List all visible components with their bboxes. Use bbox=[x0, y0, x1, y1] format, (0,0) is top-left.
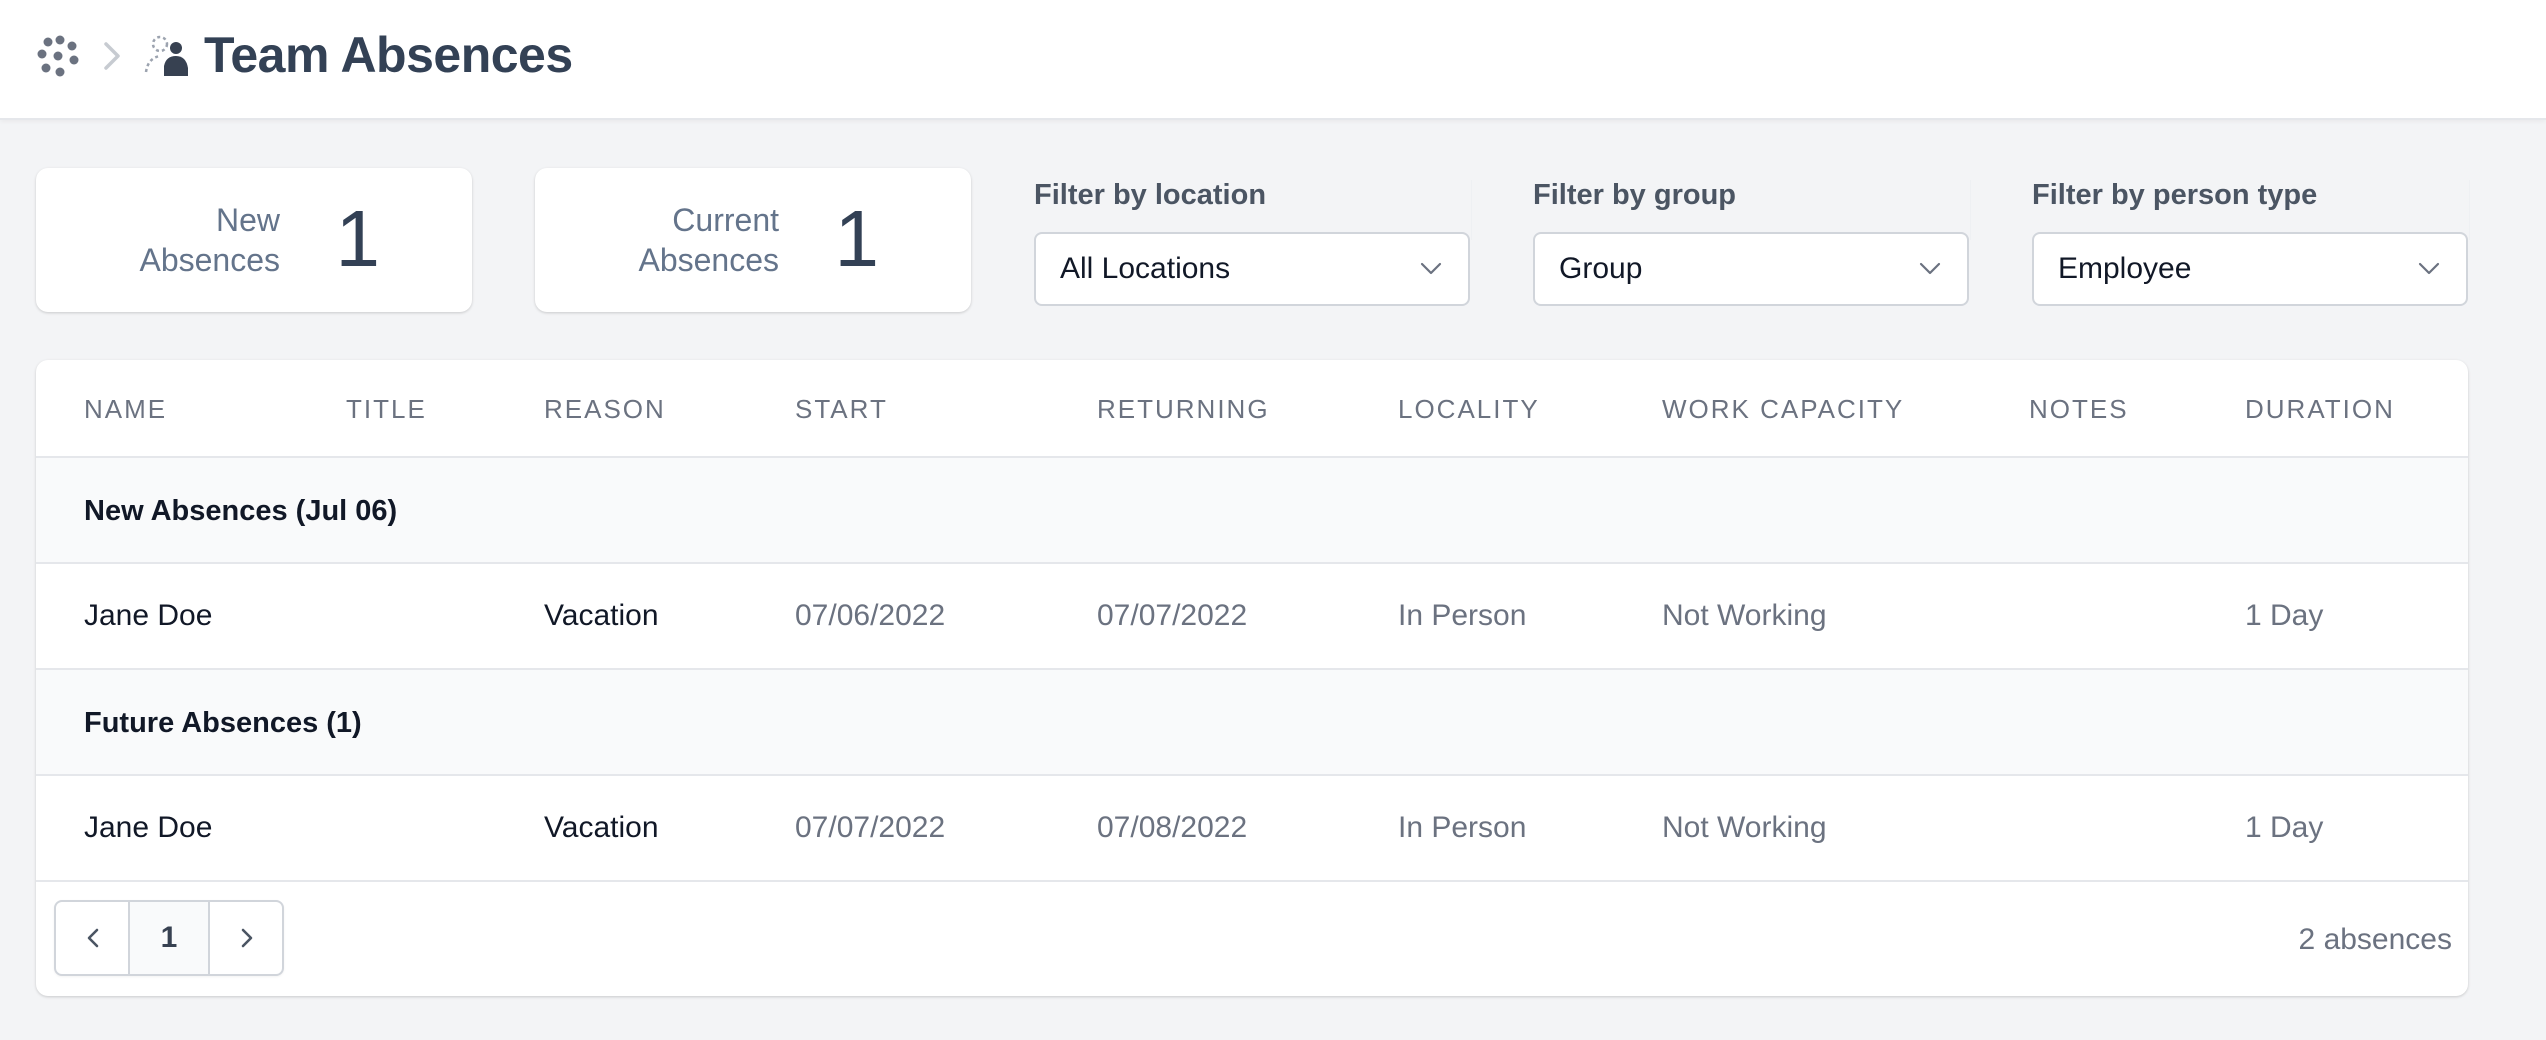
person-type-select[interactable]: Employee bbox=[2032, 232, 2468, 306]
new-absences-label-line1: New bbox=[215, 202, 280, 238]
cell-locality: In Person bbox=[1398, 811, 1527, 844]
cell-start: 07/07/2022 bbox=[795, 811, 946, 844]
chevron-down-icon bbox=[2418, 262, 2440, 275]
chevron-right-icon bbox=[104, 42, 120, 70]
column-header-returning[interactable]: RETURNING bbox=[1097, 392, 1270, 426]
column-header-locality[interactable]: LOCALITY bbox=[1398, 392, 1540, 426]
table-row[interactable]: Jane Doe Vacation 07/07/2022 07/08/2022 … bbox=[36, 776, 2468, 882]
chevron-down-icon bbox=[1919, 262, 1941, 275]
absence-count: 2 absences bbox=[2298, 923, 2452, 956]
group-title: New Absences (Jul 06) bbox=[84, 495, 398, 527]
dots-grid-icon[interactable] bbox=[36, 34, 80, 78]
cell-returning: 07/08/2022 bbox=[1097, 811, 1248, 844]
current-absences-count: 1 bbox=[834, 194, 880, 283]
cell-work-capacity: Not Working bbox=[1662, 599, 1827, 632]
cell-name: Jane Doe bbox=[84, 811, 213, 844]
chevron-down-icon bbox=[1420, 262, 1442, 275]
new-absences-count: 1 bbox=[335, 194, 381, 283]
cell-reason: Vacation bbox=[544, 811, 659, 844]
cell-reason: Vacation bbox=[544, 599, 659, 632]
location-filter: Filter by location All Locations bbox=[1034, 174, 1472, 306]
table-header: NAME TITLE REASON START RETURNING LOCALI… bbox=[36, 360, 2468, 458]
group-filter: Filter by group Group bbox=[1533, 174, 1971, 306]
group-header-future-absences: Future Absences (1) bbox=[36, 670, 2468, 776]
cell-work-capacity: Not Working bbox=[1662, 811, 1827, 844]
new-absences-card: New Absences 1 bbox=[36, 168, 472, 312]
table-row[interactable]: Jane Doe Vacation 07/06/2022 07/07/2022 … bbox=[36, 564, 2468, 670]
person-type-select-value: Employee bbox=[2058, 252, 2192, 285]
current-absences-card: Current Absences 1 bbox=[535, 168, 971, 312]
column-header-name[interactable]: NAME bbox=[84, 392, 167, 426]
chevron-left-icon bbox=[87, 928, 99, 948]
cell-start: 07/06/2022 bbox=[795, 599, 946, 632]
group-header-new-absences: New Absences (Jul 06) bbox=[36, 458, 2468, 564]
new-absences-label: New Absences bbox=[60, 200, 280, 280]
person-type-filter: Filter by person type Employee bbox=[2032, 174, 2470, 306]
location-select[interactable]: All Locations bbox=[1034, 232, 1470, 306]
column-header-title[interactable]: TITLE bbox=[346, 392, 427, 426]
chevron-right-icon bbox=[241, 928, 253, 948]
column-header-duration[interactable]: DURATION bbox=[2245, 392, 2395, 426]
cell-duration: 1 Day bbox=[2245, 811, 2324, 844]
person-type-filter-label: Filter by person type bbox=[2032, 179, 2318, 211]
cell-name: Jane Doe bbox=[84, 599, 213, 632]
column-header-work-capacity[interactable]: WORK CAPACITY bbox=[1662, 392, 1904, 426]
column-header-reason[interactable]: REASON bbox=[544, 392, 666, 426]
current-absences-label-line1: Current bbox=[672, 202, 779, 238]
group-filter-label: Filter by group bbox=[1533, 179, 1736, 211]
current-absences-label: Current Absences bbox=[559, 200, 779, 280]
cell-duration: 1 Day bbox=[2245, 599, 2324, 632]
location-filter-label: Filter by location bbox=[1034, 179, 1267, 211]
top-bar: Team Absences bbox=[0, 0, 2546, 120]
column-header-start[interactable]: START bbox=[795, 392, 888, 426]
column-header-notes[interactable]: NOTES bbox=[2029, 392, 2129, 426]
pagination: 1 bbox=[54, 900, 284, 976]
group-select[interactable]: Group bbox=[1533, 232, 1969, 306]
page-number-button[interactable]: 1 bbox=[130, 902, 210, 974]
cell-returning: 07/07/2022 bbox=[1097, 599, 1248, 632]
new-absences-label-line2: Absences bbox=[139, 242, 280, 278]
previous-page-button[interactable] bbox=[56, 902, 130, 974]
page-title: Team Absences bbox=[204, 27, 573, 83]
group-select-value: Group bbox=[1559, 252, 1643, 285]
next-page-button[interactable] bbox=[210, 902, 282, 974]
location-select-value: All Locations bbox=[1060, 252, 1231, 285]
current-absences-label-line2: Absences bbox=[638, 242, 779, 278]
person-absent-icon bbox=[144, 35, 188, 76]
group-title: Future Absences (1) bbox=[84, 707, 362, 739]
absences-table: NAME TITLE REASON START RETURNING LOCALI… bbox=[36, 360, 2468, 996]
cell-locality: In Person bbox=[1398, 599, 1527, 632]
